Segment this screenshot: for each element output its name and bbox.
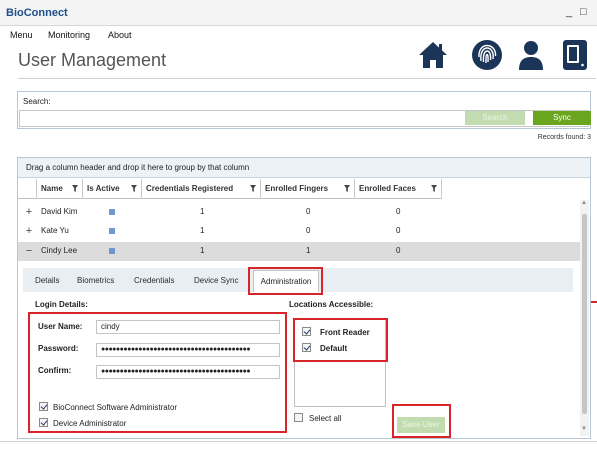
select-all-label: Select all [309,414,342,423]
column-header-fingers[interactable]: Enrolled Fingers [261,179,355,199]
cell-name: Kate Yu [41,226,69,235]
username-field[interactable]: cindy [96,320,280,334]
expander-header [18,179,37,199]
front-reader-checkbox[interactable] [302,327,311,336]
menu-item-monitoring[interactable]: Monitoring [48,30,90,40]
cell-credentials: 1 [200,246,205,255]
grid-scrollbar[interactable]: ▲ ▼ [580,200,589,436]
tab-device-sync[interactable]: Device Sync [194,276,238,285]
group-by-bar[interactable]: Drag a column header and drop it here to… [18,158,590,178]
expand-icon[interactable]: + [24,225,34,237]
cell-faces: 0 [396,246,401,255]
cell-credentials: 1 [200,207,205,216]
column-header-label: Credentials Registered [146,184,234,193]
title-bar: BioConnect _ □ [0,0,597,26]
fingerprint-icon[interactable] [470,38,504,72]
login-details-title: Login Details: [35,300,88,309]
column-header-credentials[interactable]: Credentials Registered [142,179,261,199]
save-user-button[interactable]: Save User [397,417,445,433]
active-indicator-icon [109,209,115,215]
software-admin-checkbox[interactable] [39,402,48,411]
password-field[interactable]: ●●●●●●●●●●●●●●●●●●●●●●●●●●●●●●●●●●●●●●●● [96,343,280,357]
search-button[interactable]: Search [465,111,525,125]
filter-icon[interactable] [131,185,137,192]
scroll-down-icon[interactable]: ▼ [581,426,587,432]
column-header-faces[interactable]: Enrolled Faces [355,179,442,199]
filter-icon[interactable] [72,185,78,192]
expand-icon[interactable]: + [24,206,34,218]
annotation-mark [591,301,597,303]
cell-fingers: 1 [306,246,311,255]
active-indicator-icon [109,228,115,234]
active-indicator-icon [109,248,115,254]
app-title: BioConnect [6,7,68,19]
column-header-label: Enrolled Faces [359,184,416,193]
cell-fingers: 0 [306,226,311,235]
confirm-password-field[interactable]: ●●●●●●●●●●●●●●●●●●●●●●●●●●●●●●●●●●●●●●●● [96,365,280,379]
page-title: User Management [18,50,167,70]
table-row[interactable]: + Kate Yu 1 0 0 [18,222,586,241]
filter-icon[interactable] [344,185,350,192]
device-icon[interactable] [558,38,592,72]
select-all-checkbox[interactable] [294,413,303,422]
locations-title: Locations Accessible: [289,300,374,309]
cell-credentials: 1 [200,226,205,235]
confirm-label: Confirm: [38,366,72,375]
grid-header: Name Is Active Credentials Registered En… [18,179,442,199]
title-divider [18,78,596,79]
location-label-default: Default [320,344,348,353]
cell-faces: 0 [396,207,401,216]
tab-details[interactable]: Details [35,276,59,285]
username-label: User Name: [38,322,83,331]
menu-item-about[interactable]: About [108,30,132,40]
location-label-front-reader: Front Reader [320,328,370,337]
collapse-icon[interactable]: − [24,245,34,257]
sync-button[interactable]: Sync [533,111,591,125]
home-icon[interactable] [416,38,450,72]
maximize-button[interactable]: □ [580,6,587,18]
tab-administration[interactable]: Administration [253,270,319,292]
records-found-count: Records found: 3 [537,134,591,141]
cell-name: David Kim [41,207,78,216]
scroll-up-icon[interactable]: ▲ [581,200,587,206]
filter-icon[interactable] [431,185,437,192]
cell-faces: 0 [396,226,401,235]
column-header-name[interactable]: Name [37,179,83,199]
device-admin-checkbox[interactable] [39,418,48,427]
tab-credentials[interactable]: Credentials [134,276,174,285]
software-admin-label: BioConnect Software Administrator [53,403,178,412]
menu-item-menu[interactable]: Menu [10,30,33,40]
column-header-label: Name [41,184,63,193]
column-header-label: Enrolled Fingers [265,184,329,193]
column-header-label: Is Active [87,184,120,193]
tab-biometrics[interactable]: Biometrics [77,276,114,285]
column-header-is-active[interactable]: Is Active [83,179,142,199]
default-location-checkbox[interactable] [302,343,311,352]
user-icon[interactable] [514,38,548,72]
table-row-selected[interactable]: − Cindy Lee 1 1 0 [18,242,586,261]
cell-name: Cindy Lee [41,246,78,255]
device-admin-label: Device Administrator [53,419,127,428]
cell-fingers: 0 [306,207,311,216]
group-hint: Drag a column header and drop it here to… [26,163,250,172]
filter-icon[interactable] [250,185,256,192]
search-label: Search: [23,97,51,106]
password-label: Password: [38,344,79,353]
table-row[interactable]: + David Kim 1 0 0 [18,203,586,222]
bottom-divider [0,441,597,442]
scrollbar-thumb[interactable] [582,214,587,414]
minimize-button[interactable]: _ [566,6,572,18]
